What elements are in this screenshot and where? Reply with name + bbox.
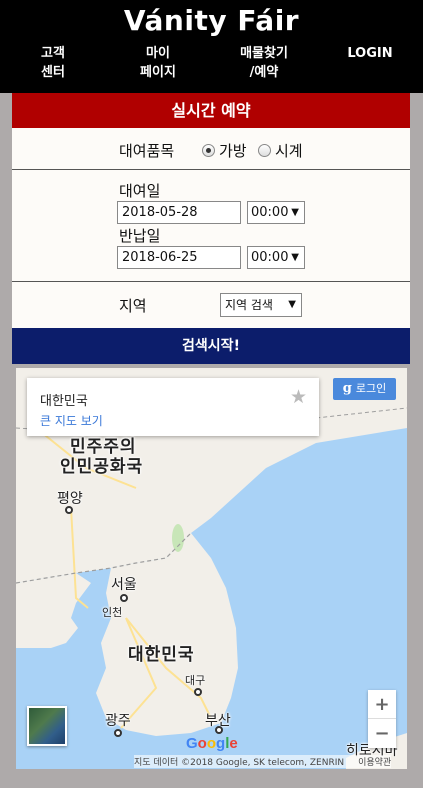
- attribution-text: 지도 데이터 ©2018 Google, SK telecom, ZENRIN: [134, 758, 345, 768]
- map-info-title: 대한민국: [40, 394, 88, 409]
- map-label-south-korea: 대한민국: [128, 645, 195, 665]
- reservation-title: 실시간 예약: [12, 93, 410, 128]
- region-select-value: 지역 검색: [225, 298, 273, 312]
- rent-date-label: 대여일: [119, 182, 161, 200]
- nav-label-line1: LOGIN: [347, 46, 393, 61]
- map-login-button[interactable]: g 로그인: [333, 378, 396, 400]
- map-label-gwangju: 광주: [105, 713, 131, 729]
- google-map[interactable]: 대한민국 큰 지도 보기 ★ g 로그인 민주주의 인민공화국 평양 서울 인천 …: [16, 368, 407, 769]
- dropdown-caret-icon: ▼: [291, 252, 299, 263]
- radio-button-checked[interactable]: [202, 144, 215, 157]
- map-label-daegu: 대구: [185, 674, 206, 687]
- nav-label-line2: 센터: [41, 65, 65, 80]
- dropdown-caret-icon: ▼: [291, 207, 299, 218]
- rent-time-value: 00:00: [251, 205, 289, 220]
- search-start-button[interactable]: 검색시작!: [12, 328, 410, 364]
- nav-my-page[interactable]: 마이 페이지: [130, 44, 186, 82]
- map-info-card: 대한민국 큰 지도 보기 ★: [27, 378, 319, 436]
- nav-label-line2: 페이지: [140, 65, 176, 80]
- map-attribution: 지도 데이터 ©2018 Google, SK telecom, ZENRIN 이…: [134, 755, 392, 768]
- city-marker-icon: [215, 726, 223, 734]
- map-label-pyongyang: 평양: [57, 491, 83, 507]
- nav-label-line1: 마이: [146, 46, 170, 61]
- dropdown-caret-icon: ▼: [288, 299, 296, 310]
- city-marker-icon: [114, 729, 122, 737]
- dates-row: 대여일 2018-05-28 00:00 ▼ 반납일 2018-06-25 00…: [12, 170, 410, 282]
- main-nav: 고객 센터 마이 페이지 매물찾기 /예약 LOGIN: [0, 44, 423, 84]
- zoom-out-button[interactable]: −: [368, 719, 396, 748]
- google-letter: o: [206, 735, 217, 752]
- radio-bag-label: 가방: [219, 142, 247, 160]
- terms-link[interactable]: 이용약관: [358, 758, 391, 768]
- google-letter: o: [197, 735, 207, 752]
- google-letter: e: [229, 735, 238, 752]
- rent-date-input[interactable]: 2018-05-28: [117, 201, 241, 224]
- nav-customer-center[interactable]: 고객 센터: [30, 44, 76, 82]
- category-label: 대여품목: [119, 142, 175, 160]
- map-label-incheon: 인천: [102, 606, 123, 619]
- brand-logo[interactable]: Vánity Fáir: [0, 4, 423, 37]
- city-marker-icon: [120, 594, 128, 602]
- reservation-panel: 실시간 예약 대여품목 가방 시계 대여일 2018-05-28 00:00 ▼…: [12, 93, 410, 364]
- google-letter: g: [216, 735, 226, 752]
- return-date-label: 반납일: [119, 227, 161, 245]
- city-marker-icon: [65, 506, 73, 514]
- region-row: 지역 지역 검색 ▼: [12, 282, 410, 328]
- return-date-input[interactable]: 2018-06-25: [117, 246, 241, 269]
- google-letter: G: [186, 735, 198, 752]
- satellite-toggle[interactable]: [27, 706, 67, 746]
- radio-watch[interactable]: 시계: [258, 140, 303, 161]
- map-label-seoul: 서울: [111, 577, 137, 593]
- return-time-select[interactable]: 00:00 ▼: [247, 246, 305, 269]
- star-icon[interactable]: ★: [290, 386, 307, 408]
- rent-time-select[interactable]: 00:00 ▼: [247, 201, 305, 224]
- view-larger-map-link[interactable]: 큰 지도 보기: [40, 412, 103, 429]
- nav-login[interactable]: LOGIN: [342, 44, 398, 63]
- region-select[interactable]: 지역 검색 ▼: [220, 293, 302, 317]
- site-header: Vánity Fáir 고객 센터 마이 페이지 매물찾기 /예약 LOGIN: [0, 0, 423, 93]
- city-marker-icon: [194, 688, 202, 696]
- map-login-label: 로그인: [355, 382, 387, 395]
- zoom-controls: + −: [368, 690, 396, 748]
- map-label-nk-line2: 인민공화국: [60, 457, 144, 477]
- nav-label-line1: 고객: [41, 46, 65, 61]
- google-g-icon: g: [342, 381, 352, 396]
- nav-label-line1: 매물찾기: [240, 46, 288, 61]
- nav-find-reserve[interactable]: 매물찾기 /예약: [228, 44, 300, 82]
- google-logo: Google: [186, 735, 238, 752]
- category-row: 대여품목 가방 시계: [12, 128, 410, 170]
- return-time-value: 00:00: [251, 250, 289, 265]
- nav-label-line2: /예약: [249, 65, 279, 80]
- radio-watch-label: 시계: [275, 142, 303, 160]
- region-label: 지역: [119, 297, 147, 315]
- radio-button[interactable]: [258, 144, 271, 157]
- zoom-in-button[interactable]: +: [368, 690, 396, 719]
- radio-bag[interactable]: 가방: [202, 140, 247, 161]
